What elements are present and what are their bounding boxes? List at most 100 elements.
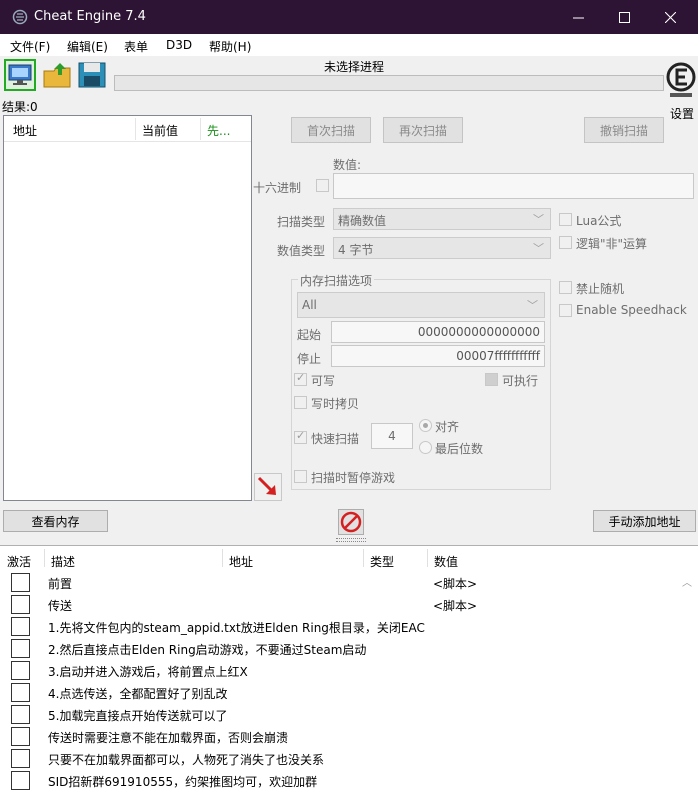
- value-label: 数值:: [333, 158, 362, 172]
- table-row[interactable]: 2.然后直接点击Elden Ring启动游戏，不要通过Steam启动: [0, 637, 680, 659]
- fast-scan-checkbox[interactable]: [294, 429, 307, 444]
- add-to-list-arrow-icon[interactable]: [254, 473, 282, 501]
- maximize-icon: [618, 11, 630, 23]
- scroll-up-icon[interactable]: ︿: [682, 574, 692, 589]
- row-description: 2.然后直接点击Elden Ring启动游戏，不要通过Steam启动: [48, 643, 367, 657]
- last-digits-label: 最后位数: [435, 442, 484, 456]
- row-active-checkbox[interactable]: [11, 705, 30, 724]
- memory-region-value: All: [302, 298, 317, 312]
- menu-file[interactable]: 文件(F): [10, 38, 50, 55]
- close-button[interactable]: [647, 0, 693, 34]
- row-active-checkbox[interactable]: [11, 749, 30, 768]
- scan-type-label: 扫描类型: [277, 215, 326, 229]
- minimize-icon: [572, 17, 584, 18]
- table-row[interactable]: SID招新群691910555，约架推图均可，欢迎加群: [0, 769, 680, 791]
- table-row[interactable]: 传送 <脚本>: [0, 593, 680, 615]
- add-address-manually-button[interactable]: 手动添加地址: [593, 510, 696, 532]
- col-description[interactable]: 描述: [51, 553, 75, 570]
- col-value[interactable]: 数值: [434, 553, 458, 570]
- row-description: SID招新群691910555，约架推图均可，欢迎加群: [48, 775, 318, 789]
- col-current-value[interactable]: 当前值: [142, 122, 178, 139]
- computer-icon: [8, 64, 32, 85]
- found-address-list[interactable]: 地址 当前值 先...: [3, 115, 252, 501]
- row-active-checkbox[interactable]: [11, 573, 30, 592]
- panel-splitter[interactable]: [336, 538, 366, 542]
- view-memory-button[interactable]: 查看内存: [3, 510, 108, 532]
- open-process-button[interactable]: [4, 59, 36, 91]
- open-file-button[interactable]: [42, 59, 74, 91]
- table-row[interactable]: 3.启动并进入游戏后，将前置点上红X: [0, 659, 680, 681]
- cheat-engine-logo-icon[interactable]: [666, 60, 696, 100]
- hex-checkbox[interactable]: [316, 179, 329, 192]
- table-row[interactable]: 4.点选传送，全都配置好了别乱改: [0, 681, 680, 703]
- save-icon: [78, 62, 106, 88]
- row-active-checkbox[interactable]: [11, 595, 30, 614]
- col-type[interactable]: 类型: [370, 553, 394, 570]
- executable-checkbox[interactable]: [485, 373, 498, 386]
- last-digits-radio[interactable]: [419, 441, 432, 454]
- logic-not-checkbox[interactable]: [559, 236, 572, 249]
- hex-label: 十六进制: [253, 181, 302, 195]
- window-title: Cheat Engine 7.4: [34, 9, 146, 24]
- pause-game-checkbox[interactable]: [294, 470, 307, 483]
- menu-table[interactable]: 表单: [124, 38, 148, 55]
- col-previous-value[interactable]: 先...: [207, 122, 230, 139]
- value-type-label: 数值类型: [277, 244, 326, 258]
- chevron-down-icon: ﹀: [533, 213, 544, 226]
- row-description: 前置: [48, 577, 73, 591]
- row-description: 只要不在加载界面都可以，人物死了消失了也没关系: [48, 753, 325, 767]
- row-active-checkbox[interactable]: [11, 617, 30, 636]
- row-active-checkbox[interactable]: [11, 727, 30, 746]
- menu-help[interactable]: 帮助(H): [209, 38, 251, 55]
- menu-d3d[interactable]: D3D: [166, 38, 192, 52]
- title-bar: Cheat Engine 7.4: [0, 0, 698, 34]
- col-address[interactable]: 地址: [13, 122, 37, 139]
- speedhack-checkbox[interactable]: [559, 304, 572, 317]
- process-progress-bar: [114, 75, 664, 91]
- settings-label[interactable]: 设置: [670, 105, 694, 122]
- row-value: <脚本>: [433, 577, 478, 591]
- first-scan-button[interactable]: 首次扫描: [291, 117, 371, 143]
- value-input[interactable]: [333, 173, 694, 199]
- maximize-button[interactable]: [601, 0, 647, 34]
- pause-game-label: 扫描时暂停游戏: [311, 471, 396, 485]
- row-active-checkbox[interactable]: [11, 661, 30, 680]
- lua-formula-checkbox[interactable]: [559, 213, 572, 226]
- align-radio[interactable]: [419, 419, 432, 432]
- no-random-label: 禁止随机: [576, 282, 625, 296]
- row-description: 3.启动并进入游戏后，将前置点上红X: [48, 665, 248, 679]
- table-row[interactable]: 只要不在加载界面都可以，人物死了消失了也没关系: [0, 747, 680, 769]
- minimize-button[interactable]: [555, 0, 601, 34]
- start-label: 起始: [297, 328, 322, 342]
- close-icon: [664, 11, 676, 23]
- row-description: 4.点选传送，全都配置好了别乱改: [48, 687, 228, 701]
- fast-scan-input[interactable]: 4: [371, 423, 413, 449]
- chevron-down-icon: ﹀: [533, 242, 544, 255]
- row-active-checkbox[interactable]: [11, 639, 30, 658]
- row-value: <脚本>: [433, 599, 478, 613]
- row-description: 传送时需要注意不能在加载界面，否则会崩溃: [48, 731, 289, 745]
- align-label: 对齐: [435, 420, 460, 434]
- save-button[interactable]: [76, 59, 108, 91]
- stop-address-input[interactable]: 00007fffffffffff: [331, 345, 545, 367]
- scan-type-select[interactable]: 精确数值 ﹀: [333, 208, 551, 230]
- table-row[interactable]: 前置 <脚本>: [0, 571, 680, 593]
- clear-list-icon[interactable]: [338, 509, 364, 535]
- row-active-checkbox[interactable]: [11, 683, 30, 702]
- col-active[interactable]: 激活: [7, 553, 31, 570]
- start-address-input[interactable]: 0000000000000000: [331, 321, 545, 343]
- memory-region-select[interactable]: All ﹀: [297, 292, 545, 318]
- table-row[interactable]: 传送时需要注意不能在加载界面，否则会崩溃: [0, 725, 680, 747]
- table-row[interactable]: 5.加载完直接点开始传送就可以了: [0, 703, 680, 725]
- writable-checkbox[interactable]: [294, 371, 307, 386]
- col-address[interactable]: 地址: [229, 553, 253, 570]
- value-type-select[interactable]: 4 字节 ﹀: [333, 237, 551, 259]
- cheat-table[interactable]: 激活 描述 地址 类型 数值 ︿ 前置 <脚本> 传送 <脚本> 1.先将文件包内的st…: [0, 545, 698, 803]
- table-row[interactable]: 1.先将文件包内的steam_appid.txt放进Elden Ring根目录，…: [0, 615, 680, 637]
- undo-scan-button[interactable]: 撤销扫描: [584, 117, 664, 143]
- row-active-checkbox[interactable]: [11, 771, 30, 790]
- no-random-checkbox[interactable]: [559, 281, 572, 294]
- copy-on-write-checkbox[interactable]: [294, 396, 307, 409]
- next-scan-button[interactable]: 再次扫描: [383, 117, 463, 143]
- menu-edit[interactable]: 编辑(E): [67, 38, 108, 55]
